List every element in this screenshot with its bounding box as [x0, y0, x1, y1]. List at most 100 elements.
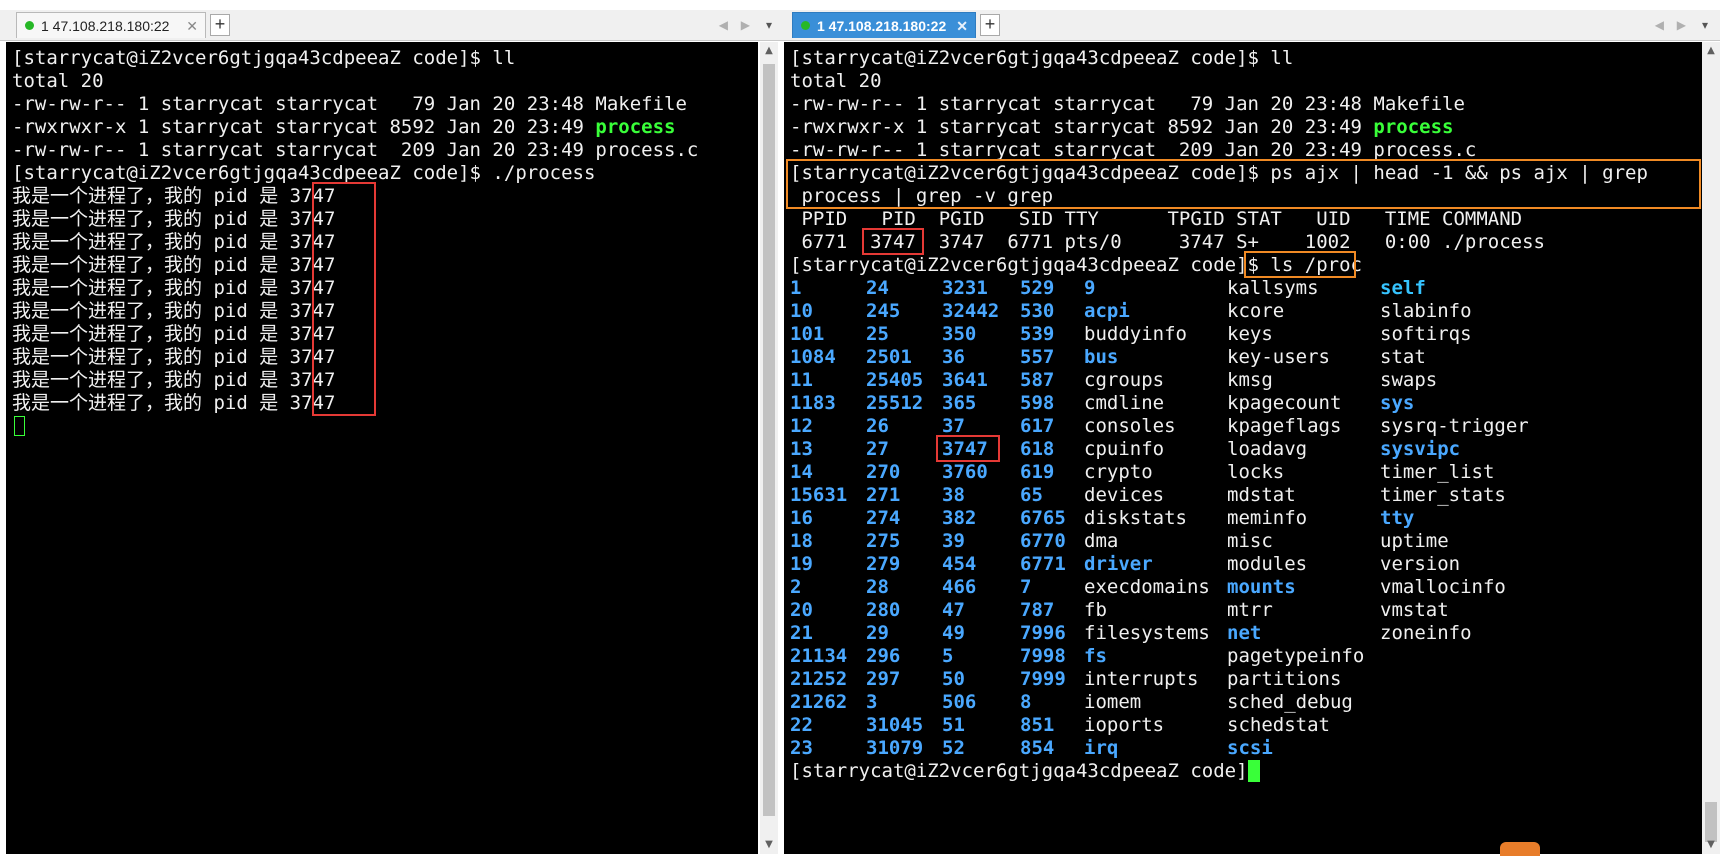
proc-entry: uptime: [1380, 530, 1449, 552]
scrollbar-thumb[interactable]: [763, 64, 775, 816]
new-tab-button[interactable]: +: [980, 14, 1000, 36]
proc-entry: 36: [942, 346, 965, 368]
program-output-line: 我是一个进程了，我的 pid 是 3747: [12, 185, 336, 207]
tab-scroll-left-icon[interactable]: ◀: [1655, 14, 1664, 36]
proc-entry: 296: [866, 645, 901, 667]
connected-status-icon: [25, 21, 34, 30]
proc-entry: cgroups: [1084, 369, 1165, 391]
session-tab-label: 1 47.108.218.180:22: [817, 18, 947, 34]
pid-highlight-box: [312, 182, 376, 416]
proc-entry: 539: [1020, 323, 1055, 345]
proc-entry: 13: [790, 438, 813, 460]
proc-entry: kallsyms: [1227, 277, 1319, 299]
terminal-line: [starrycat@iZ2vcer6gtjgqa43cdpeeaZ code]…: [12, 47, 516, 69]
connected-status-icon: [801, 21, 810, 30]
scroll-down-icon[interactable]: ▼: [760, 836, 778, 854]
tab-scroll-right-icon[interactable]: ▶: [741, 14, 750, 36]
close-icon[interactable]: ✕: [186, 13, 198, 39]
terminal-output[interactable]: [starrycat@iZ2vcer6gtjgqa43cdpeeaZ code]…: [784, 42, 1704, 854]
proc-entry: 26: [866, 415, 889, 437]
proc-entry: devices: [1084, 484, 1165, 506]
executable-name: process: [1373, 116, 1454, 138]
proc-entry: kmsg: [1227, 369, 1273, 391]
proc-entry: crypto: [1084, 461, 1153, 483]
program-output-line: 我是一个进程了，我的 pid 是 3747: [12, 300, 336, 322]
proc-entry: misc: [1227, 530, 1273, 552]
right-terminal-pane: 1 47.108.218.180:22 ✕ + ◀ ▶ ▾ [starrycat…: [784, 0, 1720, 856]
proc-entry: 51: [942, 714, 965, 736]
proc-entry: 22: [790, 714, 813, 736]
proc-entry: 7996: [1020, 622, 1066, 644]
proc-entry: 28: [866, 576, 889, 598]
program-output-line: 我是一个进程了，我的 pid 是 3747: [12, 392, 336, 414]
session-tab-active[interactable]: 1 47.108.218.180:22 ✕: [792, 12, 976, 38]
proc-entry: 25512: [866, 392, 924, 414]
scroll-up-icon[interactable]: ▲: [760, 42, 778, 60]
program-output-line: 我是一个进程了，我的 pid 是 3747: [12, 277, 336, 299]
terminal-line: total 20: [12, 70, 104, 92]
new-tab-button[interactable]: +: [210, 14, 230, 36]
proc-entry: net: [1227, 622, 1262, 644]
proc-entry: 2: [790, 576, 802, 598]
proc-entry: 27: [866, 438, 889, 460]
proc-entry: 2501: [866, 346, 912, 368]
program-output-line: 我是一个进程了，我的 pid 是 3747: [12, 208, 336, 230]
proc-entry: 851: [1020, 714, 1055, 736]
program-output-line: 我是一个进程了，我的 pid 是 3747: [12, 346, 336, 368]
proc-entry: 21252: [790, 668, 848, 690]
proc-entry: timer_list: [1380, 461, 1495, 483]
proc-entry: 3: [866, 691, 878, 713]
terminal-line: -rwxrwxr-x 1 starrycat starrycat 8592 Ja…: [12, 116, 676, 138]
tab-list-menu-icon[interactable]: ▾: [1702, 14, 1708, 36]
proc-entry: sys: [1380, 392, 1415, 414]
proc-entry: 275: [866, 530, 901, 552]
proc-entry: diskstats: [1084, 507, 1187, 529]
tab-scroll-right-icon[interactable]: ▶: [1677, 14, 1686, 36]
proc-entry: 49: [942, 622, 965, 644]
proc-entry: 21262: [790, 691, 848, 713]
proc-entry: fb: [1084, 599, 1107, 621]
left-terminal-pane: 1 47.108.218.180:22 ✕ + ◀ ▶ ▾ [starrycat…: [0, 0, 784, 856]
proc-entry: kpagecount: [1227, 392, 1342, 414]
proc-entry: 24: [866, 277, 889, 299]
proc-entry: key-users: [1227, 346, 1330, 368]
proc-entry: 18: [790, 530, 813, 552]
proc-entry: vmstat: [1380, 599, 1449, 621]
program-output-line: 我是一个进程了，我的 pid 是 3747: [12, 369, 336, 391]
terminal-scrollbar[interactable]: ▲ ▼: [1702, 42, 1720, 854]
proc-entry: modules: [1227, 553, 1308, 575]
terminal-line: -rw-rw-r-- 1 starrycat starrycat 209 Jan…: [12, 139, 699, 161]
scroll-down-icon[interactable]: ▼: [1702, 836, 1720, 854]
proc-entry: 11: [790, 369, 813, 391]
proc-entry: 7999: [1020, 668, 1066, 690]
proc-entry: 21: [790, 622, 813, 644]
proc-entry: 619: [1020, 461, 1055, 483]
proc-entry: keys: [1227, 323, 1273, 345]
terminal-cursor: [14, 416, 25, 436]
tab-scroll-left-icon[interactable]: ◀: [719, 14, 728, 36]
proc-entry: zoneinfo: [1380, 622, 1472, 644]
proc-entry: 9: [1084, 277, 1096, 299]
terminal-output[interactable]: [starrycat@iZ2vcer6gtjgqa43cdpeeaZ code]…: [6, 42, 758, 854]
proc-entry: 19: [790, 553, 813, 575]
proc-entry: 598: [1020, 392, 1055, 414]
proc-entry: 280: [866, 599, 901, 621]
proc-entry: sysvipc: [1380, 438, 1461, 460]
terminal-scrollbar[interactable]: ▲ ▼: [760, 42, 778, 854]
tab-list-menu-icon[interactable]: ▾: [766, 14, 772, 36]
proc-entry: 21134: [790, 645, 848, 667]
proc-entry: driver: [1084, 553, 1153, 575]
proc-entry: 279: [866, 553, 901, 575]
tab-bar: 1 47.108.218.180:22 ✕ + ◀ ▶ ▾: [784, 10, 1720, 41]
proc-entry: 101: [790, 323, 825, 345]
terminal-line: -rwxrwxr-x 1 starrycat starrycat 8592 Ja…: [790, 116, 1454, 138]
scroll-up-icon[interactable]: ▲: [1702, 42, 1720, 60]
proc-entry: 617: [1020, 415, 1055, 437]
proc-entry: buddyinfo: [1084, 323, 1187, 345]
proc-entry: 29: [866, 622, 889, 644]
proc-entry: execdomains: [1084, 576, 1210, 598]
close-icon[interactable]: ✕: [956, 13, 968, 39]
proc-entry: consoles: [1084, 415, 1176, 437]
proc-entry: 25405: [866, 369, 924, 391]
session-tab[interactable]: 1 47.108.218.180:22 ✕: [16, 12, 206, 38]
